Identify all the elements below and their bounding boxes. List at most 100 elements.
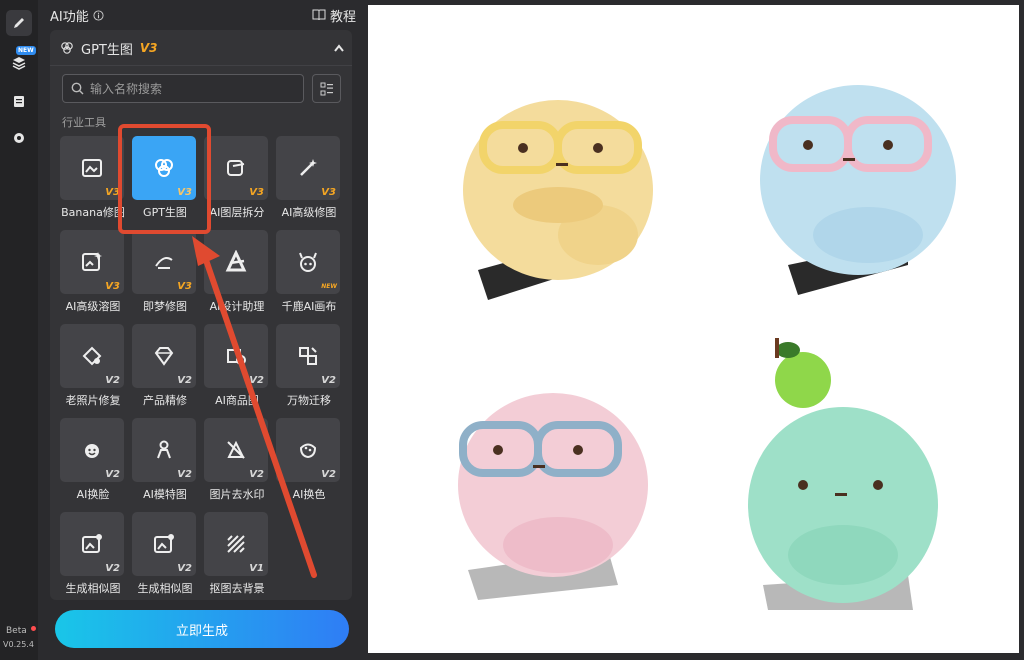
tool-tile[interactable]: V3 xyxy=(60,230,124,294)
version-tag: V2 xyxy=(177,563,192,574)
tool-tile[interactable]: V1 xyxy=(204,512,268,576)
transfer-icon xyxy=(299,347,317,365)
version-tag: V2 xyxy=(105,563,120,574)
magic-wand-icon xyxy=(300,159,317,176)
tool-item[interactable]: V2 AI换脸 xyxy=(60,418,126,506)
tool-item[interactable]: V2 万物迁移 xyxy=(276,324,342,412)
tool-tile[interactable]: V2 xyxy=(132,512,196,576)
remove-watermark-icon xyxy=(227,440,245,459)
tool-tile[interactable]: V2 xyxy=(132,324,196,388)
tool-tile[interactable]: V3 xyxy=(204,136,268,200)
generate-button[interactable]: 立即生成 xyxy=(55,610,349,648)
tool-item[interactable]: V2 图片去水印 xyxy=(204,418,270,506)
tool-tile[interactable]: V2 xyxy=(60,324,124,388)
tool-item[interactable]: V1 抠图去背景 xyxy=(204,512,270,600)
version-label: V0.25.4 xyxy=(3,640,34,649)
tool-label: AI图层拆分 xyxy=(209,206,265,219)
tool-item[interactable]: V2 生成相似图 xyxy=(132,512,198,600)
tool-tile[interactable]: V3 xyxy=(132,230,196,294)
tool-label: 抠图去背景 xyxy=(209,582,265,595)
tool-item[interactable]: V3 Banana修图 xyxy=(60,136,126,224)
tool-label: 产品精修 xyxy=(143,394,187,407)
tool-item[interactable]: V2 生成相似图 xyxy=(60,512,126,600)
tutorial-link[interactable]: 教程 xyxy=(312,6,356,25)
beta-dot xyxy=(31,626,36,631)
tool-item[interactable]: V2 产品精修 xyxy=(132,324,198,412)
book-icon xyxy=(312,9,326,21)
tool-label: 生成相似图 xyxy=(65,582,121,595)
yellow-plush xyxy=(463,73,653,300)
tool-tile[interactable]: V3 xyxy=(60,136,124,200)
search-icon xyxy=(71,82,84,95)
settings-button[interactable] xyxy=(6,125,32,151)
similar-image-icon xyxy=(82,534,102,553)
similar-image-icon xyxy=(154,534,174,553)
chevron-up-icon[interactable] xyxy=(334,44,344,52)
version-tag: V1 xyxy=(249,563,264,574)
tool-item[interactable]: V3 AI高级修图 xyxy=(276,136,342,224)
tool-item[interactable]: V3 AI图层拆分 xyxy=(204,136,270,224)
model-icon xyxy=(157,440,171,459)
tool-label: AI商品图 xyxy=(215,394,259,407)
tool-item[interactable]: V2 AI商品图 xyxy=(204,324,270,412)
version-tag: V2 xyxy=(321,469,336,480)
tool-tile[interactable] xyxy=(204,230,268,294)
tool-label: 图片去水印 xyxy=(209,488,265,501)
history-button[interactable] xyxy=(6,88,32,114)
blue-plush xyxy=(760,56,956,295)
version-tag: V2 xyxy=(105,375,120,386)
new-badge: NEW xyxy=(16,46,36,55)
tool-item[interactable]: AI设计助理 xyxy=(204,230,270,318)
gpt-knot-icon xyxy=(61,42,73,54)
version-tag: V2 xyxy=(321,375,336,386)
gpt-tool-card: GPT生图 V3 行业工具 V3Banana修图V3GPT生图V3AI图层拆分V… xyxy=(50,30,352,600)
search-box[interactable] xyxy=(62,74,304,103)
search-input[interactable] xyxy=(90,81,290,96)
tool-tile[interactable]: V3 xyxy=(276,136,340,200)
tutorial-label: 教程 xyxy=(329,9,356,25)
tool-label: 即梦修图 xyxy=(143,300,187,313)
tool-tile[interactable]: V2 xyxy=(60,418,124,482)
tool-label: AI换色 xyxy=(292,488,326,501)
tool-tile[interactable]: V2 xyxy=(60,512,124,576)
tool-tile[interactable]: V2 xyxy=(276,418,340,482)
product-icon xyxy=(227,349,246,365)
list-view-button[interactable] xyxy=(312,74,341,103)
layer-split-icon xyxy=(227,160,245,176)
section-label: 行业工具 xyxy=(62,116,106,129)
version-tag: V2 xyxy=(177,469,192,480)
card-title: GPT生图 xyxy=(81,42,133,58)
plush-clips-photo xyxy=(458,56,956,610)
card-header[interactable]: GPT生图 V3 xyxy=(60,38,344,58)
tool-label: AI高级溶图 xyxy=(65,300,121,313)
tool-item[interactable]: V2 AI换色 xyxy=(276,418,342,506)
tool-item[interactable]: V2 AI模特图 xyxy=(132,418,198,506)
layers-icon xyxy=(12,57,26,70)
version-tag: V3 xyxy=(177,281,192,292)
tool-item[interactable]: V3 即梦修图 xyxy=(132,230,198,318)
card-divider xyxy=(50,65,352,66)
tool-label: AI高级修图 xyxy=(281,206,337,219)
image-edit-icon xyxy=(82,159,102,177)
version-tag: V3 xyxy=(249,187,264,198)
photo-repair-icon xyxy=(82,346,102,366)
selection-highlight-box xyxy=(118,124,211,234)
info-icon[interactable] xyxy=(93,9,104,21)
tool-item[interactable]: V2 老照片修复 xyxy=(60,324,126,412)
version-tag: V2 xyxy=(249,375,264,386)
tool-label: AI模特图 xyxy=(143,488,187,501)
image-sparkle-icon xyxy=(82,252,102,271)
tool-tile[interactable]: V2 xyxy=(204,418,268,482)
palette-icon xyxy=(299,443,317,459)
tool-item[interactable]: V3 AI高级溶图 xyxy=(60,230,126,318)
tool-item[interactable]: NEW 千鹿AI画布 xyxy=(276,230,342,318)
pencil-icon xyxy=(14,18,24,28)
tool-tile[interactable]: NEW xyxy=(276,230,340,294)
tool-label: AI换脸 xyxy=(76,488,110,501)
edit-tool-button[interactable] xyxy=(6,10,32,36)
tool-tile[interactable]: V2 xyxy=(204,324,268,388)
panel-topbar: AI功能 教程 xyxy=(50,5,356,25)
tool-tile[interactable]: V2 xyxy=(132,418,196,482)
version-tag: V2 xyxy=(249,469,264,480)
tool-tile[interactable]: V2 xyxy=(276,324,340,388)
